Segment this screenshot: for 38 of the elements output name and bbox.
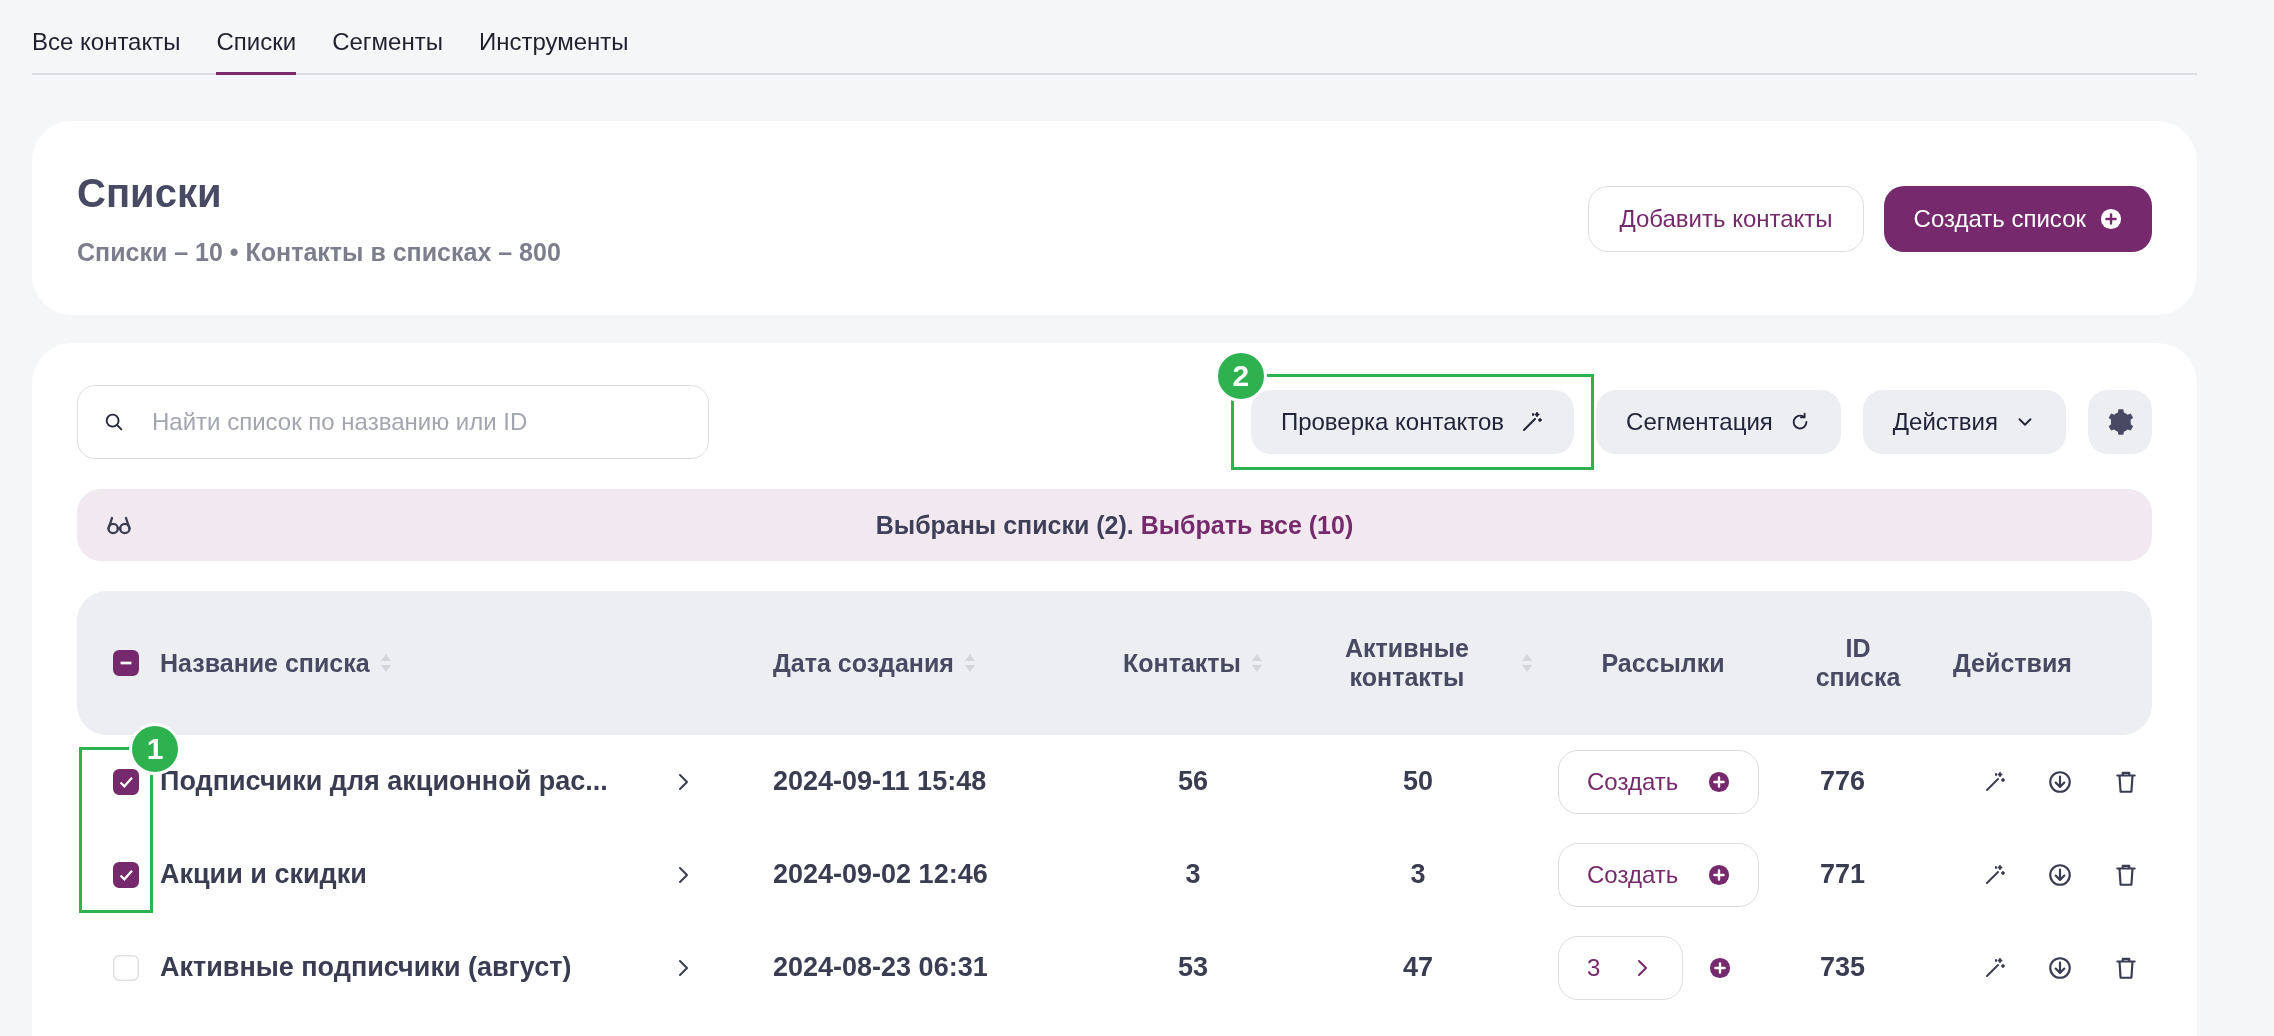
table-cell-text: 2024-09-11 15:48 — [773, 766, 988, 797]
mailings-count-button[interactable]: 3 — [1558, 935, 1684, 1000]
tab[interactable]: Сегменты — [332, 28, 443, 75]
page-summary: Списки – 10 • Контакты в списках – 800 — [77, 238, 561, 267]
table-cell: 776 — [1820, 766, 1866, 796]
toolbar-button[interactable]: Сегментация — [1596, 390, 1841, 454]
toolbar-button[interactable]: Проверка контактов — [1250, 390, 1575, 454]
tab[interactable]: Инструменты — [478, 28, 629, 75]
table-cell-text: 3 — [1184, 859, 1202, 890]
column-header: Активные контакты — [1344, 634, 1470, 692]
list-name[interactable]: Активные подписчики (август) — [160, 952, 572, 983]
table-cell-text: 50 — [1401, 766, 1434, 797]
create-mailing-button[interactable]: Создать — [1558, 842, 1760, 907]
tab[interactable]: Все контакты — [32, 28, 181, 75]
selection-message: Выбраны списки (2). Выбрать все (10) — [874, 510, 1355, 540]
add-contacts-button[interactable]: Добавить контакты — [1588, 186, 1864, 252]
table-cell-text: 53 — [1176, 952, 1209, 983]
table-cell-text: 2024-09-02 12:46 — [773, 859, 989, 890]
tab[interactable]: Списки — [216, 28, 297, 75]
table-cell: 735 — [1820, 952, 1866, 982]
column-header: Название списка — [160, 648, 370, 678]
table-cell-text: 56 — [1176, 766, 1209, 797]
table-cell: 771 — [1820, 859, 1866, 889]
column-header: Дата создания — [773, 648, 954, 678]
list-name[interactable]: Акции и скидки — [160, 859, 367, 890]
page-title: Списки — [77, 171, 223, 216]
toolbar-button[interactable]: Действия — [1862, 390, 2066, 454]
select-all-link[interactable]: Выбрать все (10) — [1140, 510, 1354, 539]
search-field[interactable]: Найти список по названию или ID — [77, 385, 709, 459]
column-header: Контакты — [1123, 648, 1241, 678]
table-cell-text: 3 — [1409, 859, 1427, 890]
column-header: Действия — [1953, 648, 2072, 678]
column-header: ID списка — [1814, 634, 1902, 692]
column-header: Рассылки — [1601, 648, 1725, 678]
table-cell-text: 47 — [1401, 952, 1434, 983]
table-cell-text: 2024-08-23 06:31 — [773, 952, 989, 983]
create-mailing-button[interactable]: Создать — [1558, 749, 1760, 814]
create-list-button[interactable]: Создать список — [1883, 186, 2152, 252]
